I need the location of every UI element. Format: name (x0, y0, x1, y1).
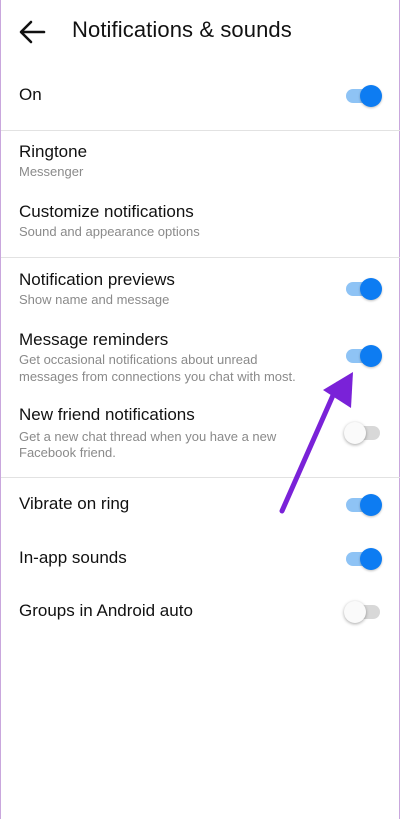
new-friend-notifications-toggle[interactable] (344, 420, 382, 444)
setting-customize-notifications[interactable]: Customize notifications Sound and appear… (1, 200, 400, 248)
setting-ringtone[interactable]: Ringtone Messenger (1, 140, 400, 188)
divider (1, 130, 400, 131)
ringtone-label: Ringtone (19, 142, 88, 161)
setting-new-friend-notifications[interactable]: New friend notifications Get a new chat … (1, 403, 400, 463)
message-reminders-sub-line1: Get occasional notifications about unrea… (19, 352, 258, 367)
new-friend-notifications-sub-line1: Get a new chat thread when you have a ne… (19, 429, 277, 444)
setting-in-app-sounds[interactable]: In-app sounds (1, 544, 400, 576)
groups-in-android-auto-label: Groups in Android auto (19, 601, 193, 620)
on-toggle[interactable] (346, 83, 382, 107)
vibrate-on-ring-toggle[interactable] (346, 492, 382, 516)
in-app-sounds-toggle[interactable] (346, 546, 382, 570)
setting-message-reminders[interactable]: Message reminders Get occasional notific… (1, 328, 400, 388)
ringtone-value: Messenger (19, 164, 84, 179)
setting-vibrate-on-ring[interactable]: Vibrate on ring (1, 490, 400, 522)
new-friend-notifications-label: New friend notifications (19, 405, 195, 424)
message-reminders-toggle[interactable] (346, 343, 382, 367)
divider (1, 257, 400, 258)
divider (1, 477, 400, 478)
page-title: Notifications & sounds (72, 17, 292, 42)
customize-notifications-label: Customize notifications (19, 202, 194, 221)
setting-on-label: On (19, 85, 42, 104)
notification-previews-toggle[interactable] (346, 276, 382, 300)
vibrate-on-ring-label: Vibrate on ring (19, 494, 130, 513)
setting-groups-in-android-auto[interactable]: Groups in Android auto (1, 597, 400, 629)
setting-on[interactable]: On (1, 72, 400, 128)
notification-previews-sub: Show name and message (19, 292, 170, 307)
in-app-sounds-label: In-app sounds (19, 548, 127, 567)
customize-notifications-sub: Sound and appearance options (19, 224, 200, 239)
top-app-bar: Notifications & sounds (1, 0, 400, 64)
notification-previews-label: Notification previews (19, 270, 175, 289)
message-reminders-sub-line2: messages from connections you chat with … (19, 369, 296, 384)
new-friend-notifications-sub-line2: Facebook friend. (19, 445, 116, 460)
groups-in-android-auto-toggle[interactable] (344, 599, 382, 623)
message-reminders-label: Message reminders (19, 330, 169, 349)
setting-notification-previews[interactable]: Notification previews Show name and mess… (1, 268, 400, 316)
arrow-left-icon[interactable] (18, 19, 46, 45)
